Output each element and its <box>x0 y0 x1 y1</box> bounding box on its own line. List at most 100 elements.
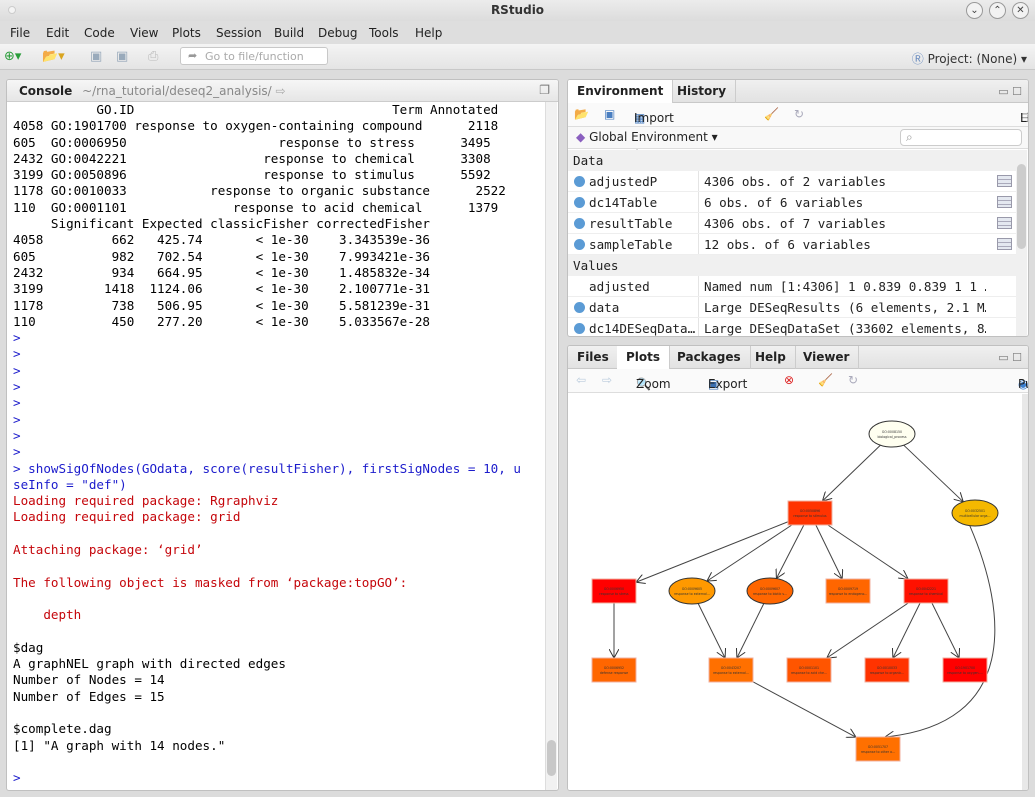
node-id: GO:0050896 <box>800 509 820 513</box>
save-icon[interactable]: ▣ <box>90 49 102 64</box>
menu-tools[interactable]: Tools <box>369 26 399 40</box>
menu-edit[interactable]: Edit <box>46 26 69 40</box>
expand-icon[interactable] <box>574 302 585 313</box>
scrollbar-thumb[interactable] <box>1017 164 1026 249</box>
tab-viewer[interactable]: Viewer <box>794 346 860 369</box>
menu-plots[interactable]: Plots <box>172 26 201 40</box>
environment-row[interactable]: dc14DESeqData… Large DESeqDataSet (33602 … <box>568 318 1016 336</box>
node-shape <box>825 578 871 604</box>
minimize-button[interactable]: ⌄ <box>966 2 983 19</box>
node-shape <box>786 657 832 683</box>
refresh-icon[interactable]: ↻ <box>848 373 858 387</box>
node-label: response to stress <box>599 592 628 596</box>
tab-history[interactable]: History <box>668 80 737 103</box>
console-path[interactable]: ~/rna_tutorial/deseq2_analysis/ <box>82 84 272 98</box>
view-table-icon[interactable] <box>997 196 1012 208</box>
graph-node: GO:0009607response to biotic s... <box>746 577 794 605</box>
console-input-line: > showSigOfNodes(GOdata, score(resultFis… <box>13 460 521 476</box>
environment-row[interactable]: data Large DESeqResults (6 elements, 2.1 … <box>568 297 1016 318</box>
zoom-label: Zoom <box>636 377 671 391</box>
remove-plot-icon[interactable]: ⊗ <box>784 373 794 387</box>
expand-icon[interactable] <box>574 176 585 187</box>
menu-file[interactable]: File <box>10 26 30 40</box>
view-table-icon[interactable] <box>997 175 1012 187</box>
tab-environment[interactable]: Environment <box>568 80 674 104</box>
console-input-line: > <box>13 770 21 786</box>
plot-border <box>1022 394 1028 790</box>
view-table-icon[interactable] <box>997 217 1012 229</box>
menu-help[interactable]: Help <box>415 26 442 40</box>
node-id: GO:1901700 <box>955 666 975 670</box>
project-label: Project: (None) <box>927 52 1018 66</box>
minimize-maximize-icon[interactable]: ▭ ☐ <box>998 85 1022 98</box>
next-plot-icon[interactable]: ⇨ <box>602 373 612 387</box>
menu-session[interactable]: Session <box>216 26 262 40</box>
environment-row[interactable]: adjusted Named num [1:4306] 1 0.839 0.839… <box>568 276 1016 297</box>
maximize-pane-icon[interactable]: ❐ <box>539 83 550 97</box>
environment-row[interactable]: sampleTable 12 obs. of 6 variables <box>568 234 1016 255</box>
expand-icon[interactable] <box>574 218 585 229</box>
maximize-button[interactable]: ⌃ <box>989 2 1006 19</box>
console-message-line: Loading required package: grid <box>13 509 241 525</box>
clear-plots-icon[interactable]: 🧹 <box>818 373 833 387</box>
minimize-maximize-icon[interactable]: ▭ ☐ <box>998 351 1022 364</box>
environment-search-input[interactable]: ⌕ <box>900 129 1022 146</box>
menu-code[interactable]: Code <box>84 26 115 40</box>
console-input-line: > <box>13 362 21 378</box>
expand-icon[interactable] <box>574 323 585 334</box>
refresh-icon[interactable]: ↻ <box>794 107 804 121</box>
console-scrollbar[interactable] <box>545 102 557 790</box>
console-output-line: GO.ID Term Annotated <box>13 102 499 117</box>
print-icon[interactable]: ⎙ <box>148 49 158 64</box>
global-environment-dropdown[interactable]: ◆ Global Environment ▾ <box>576 130 718 144</box>
broom-icon[interactable]: 🧹 <box>764 107 779 121</box>
console-input-line: > <box>13 411 21 427</box>
variable-value: 4306 obs. of 7 variables <box>704 216 886 231</box>
tab-files[interactable]: Files <box>568 346 619 369</box>
load-workspace-icon[interactable]: 📂 <box>574 107 589 121</box>
graph-edge <box>827 602 909 658</box>
view-table-icon[interactable] <box>997 238 1012 250</box>
console-output-line: 1178 738 506.95 < 1e-30 5.581239e-31 <box>13 297 431 313</box>
plots-tabs: Files Plots Packages Help Viewer ▭ ☐ <box>568 346 1028 370</box>
save-all-icon[interactable]: ▣ <box>116 49 128 64</box>
environment-row[interactable]: dc14Table 6 obs. of 6 variables <box>568 192 1016 213</box>
environment-toolbar: 📂 ▣ ▦ Import Dataset ▾ 🧹 ↻ ☰ List ▾ <box>568 103 1028 153</box>
open-folder-icon[interactable]: 📂▾ <box>42 49 65 64</box>
new-file-icon[interactable]: ⊕▾ <box>4 49 21 64</box>
tab-plots[interactable]: Plots <box>617 346 671 370</box>
variable-name-text: adjusted <box>589 279 650 294</box>
console-output-line: 2432 GO:0042221 response to chemical 330… <box>13 150 491 166</box>
node-label: multicellular orga... <box>959 514 990 518</box>
menu-build[interactable]: Build <box>274 26 304 40</box>
environment-row[interactable]: resultTable 4306 obs. of 7 variables <box>568 213 1016 234</box>
node-id: GO:0042221 <box>916 587 936 591</box>
save-workspace-icon[interactable]: ▣ <box>604 107 615 121</box>
menu-view[interactable]: View <box>130 26 158 40</box>
environment-scrollbar[interactable] <box>1016 150 1027 336</box>
graph-edge <box>697 603 725 658</box>
tab-help[interactable]: Help <box>746 346 796 369</box>
goto-file-input[interactable]: ➦ Go to file/function <box>180 47 328 65</box>
variable-name: resultTable <box>574 216 699 231</box>
column-divider <box>698 192 699 212</box>
menu-debug[interactable]: Debug <box>318 26 357 40</box>
expand-icon[interactable] <box>574 239 585 250</box>
tab-packages[interactable]: Packages <box>668 346 751 369</box>
scrollbar-thumb[interactable] <box>547 740 556 776</box>
console-message-line <box>13 558 544 574</box>
project-menu[interactable]: Ⓡ Project: (None) ▾ <box>912 50 1027 67</box>
environment-table: Data adjustedP 4306 obs. of 2 variables dc1… <box>568 150 1016 336</box>
environment-row[interactable]: adjustedP 4306 obs. of 2 variables <box>568 171 1016 192</box>
go-to-dir-icon[interactable]: ⇨ <box>276 84 286 98</box>
close-button[interactable]: ✕ <box>1012 2 1029 19</box>
graph-node: GO:0032501multicellular orga... <box>951 499 999 527</box>
previous-plot-icon[interactable]: ⇦ <box>576 373 586 387</box>
console-output[interactable]: GO.ID Term Annotated 4058 GO:1901700 resp… <box>13 102 544 790</box>
expand-icon[interactable] <box>574 197 585 208</box>
node-id: GO:0006952 <box>604 666 624 670</box>
console-input-line: > <box>13 346 21 362</box>
graph-node: GO:0050896response to stimulus <box>787 500 833 526</box>
